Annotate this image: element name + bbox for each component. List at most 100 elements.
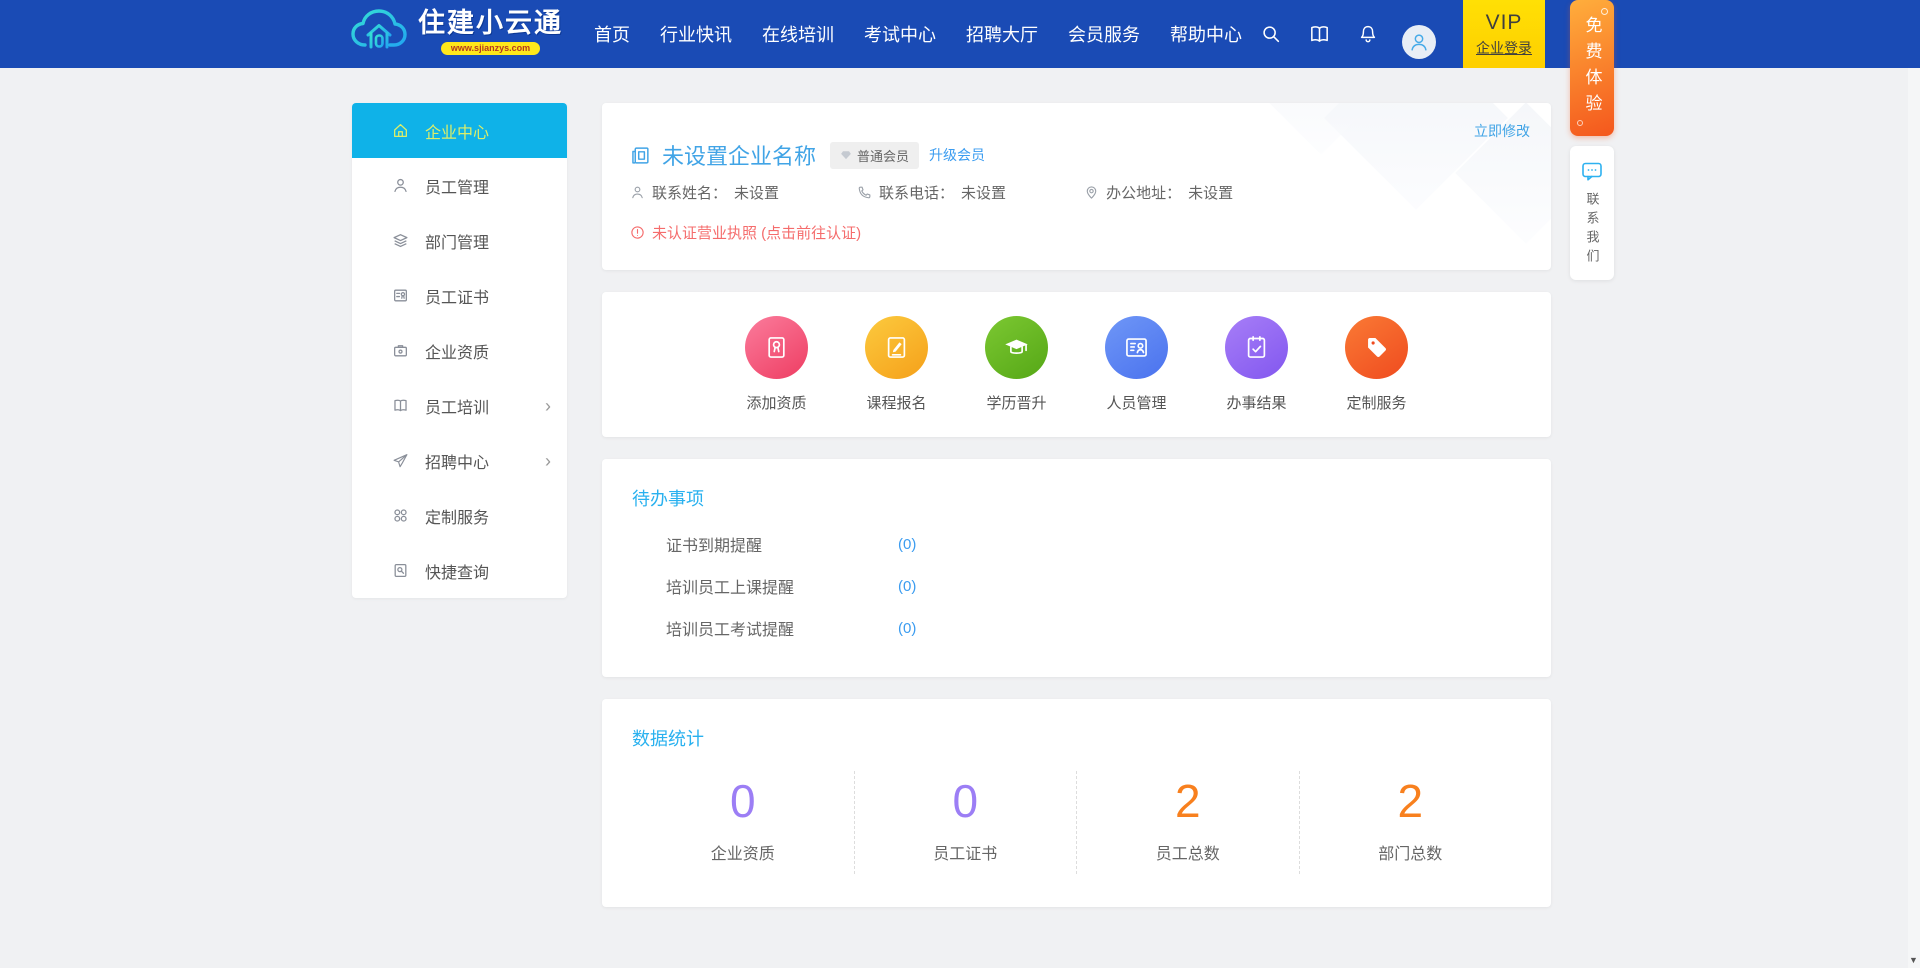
sidebar-item-label: 部门管理 [425, 229, 489, 253]
sidebar-item-employee-training[interactable]: 员工培训 › [352, 378, 567, 433]
sidebar-item-employee-certificates[interactable]: 员工证书 [352, 268, 567, 323]
book-icon [392, 397, 409, 414]
stats-section-title: 数据统计 [632, 725, 1521, 751]
todo-section-title: 待办事项 [632, 485, 1521, 511]
vip-enterprise-login-label: 企业登录 [1476, 38, 1532, 58]
sidebar-item-enterprise-center[interactable]: 企业中心 [352, 103, 567, 158]
sidebar-item-label: 员工培训 [425, 394, 489, 418]
action-education-promotion[interactable]: 学历晋升 [957, 316, 1077, 413]
document-search-icon [392, 562, 409, 579]
stat-value: 2 [1175, 775, 1201, 828]
contact-phone-field: 联系电话：未设置 [857, 182, 1006, 203]
home-icon [392, 122, 409, 139]
action-course-registration[interactable]: 课程报名 [837, 316, 957, 413]
nav-item-job-hall[interactable]: 招聘大厅 [966, 21, 1038, 47]
nav-item-online-training[interactable]: 在线培训 [762, 21, 834, 47]
office-address-value: 未设置 [1188, 182, 1233, 203]
sidebar-item-label: 快捷查询 [425, 559, 489, 583]
action-label: 学历晋升 [986, 392, 1046, 413]
sidebar-item-label: 员工证书 [425, 284, 489, 308]
todo-card: 待办事项 证书到期提醒 (0) 培训员工上课提醒 (0) 培训员工考试提醒 (0… [602, 459, 1551, 677]
action-custom-services[interactable]: 定制服务 [1317, 316, 1437, 413]
nav-item-industry-news[interactable]: 行业快讯 [660, 21, 732, 47]
sidebar-item-employee-management[interactable]: 员工管理 [352, 158, 567, 213]
search-icon[interactable] [1260, 23, 1282, 45]
contact-name-label: 联系姓名： [652, 182, 727, 203]
stat-enterprise-qualifications: 0 企业资质 [632, 771, 854, 874]
logo-title: 住建小云通 [418, 9, 563, 39]
warning-text: 未认证营业执照 (点击前往认证) [652, 222, 861, 243]
sidebar-item-label: 定制服务 [425, 504, 489, 528]
nav-item-help-center[interactable]: 帮助中心 [1170, 21, 1242, 47]
action-task-results[interactable]: 办事结果 [1197, 316, 1317, 413]
todo-label: 培训员工上课提醒 [666, 574, 898, 598]
person-icon [630, 185, 645, 200]
nav-item-exam-center[interactable]: 考试中心 [864, 21, 936, 47]
upgrade-member-link[interactable]: 升级会员 [929, 145, 985, 165]
todo-count[interactable]: (0) [898, 578, 916, 595]
scrollbar-track[interactable] [1908, 68, 1920, 968]
sidebar-item-label: 企业中心 [425, 119, 489, 143]
stat-value: 0 [952, 775, 978, 828]
action-label: 办事结果 [1226, 392, 1286, 413]
free-trial-ribbon[interactable]: 免费体验 [1570, 0, 1614, 136]
quick-actions-card: 添加资质 课程报名 学历晋升 [602, 292, 1551, 437]
todo-row-training-exam-reminder: 培训员工考试提醒 (0) [666, 607, 1521, 649]
office-address-field: 办公地址： 未设置 [1084, 182, 1233, 203]
vip-login-button[interactable]: VIP 企业登录 [1463, 0, 1545, 68]
stat-total-departments: 2 部门总数 [1299, 771, 1522, 874]
todo-count[interactable]: (0) [898, 620, 916, 637]
scrollbar-down-arrow[interactable]: ▼ [1908, 953, 1919, 967]
edit-now-link[interactable]: 立即修改 [1474, 121, 1530, 141]
four-circles-grid-icon [392, 507, 409, 524]
tag-icon [1345, 316, 1408, 379]
free-trial-label: 免费体验 [1580, 16, 1605, 120]
id-card-person-icon [1105, 316, 1168, 379]
stat-total-employees: 2 员工总数 [1076, 771, 1299, 874]
todo-label: 证书到期提醒 [666, 532, 898, 556]
open-book-icon[interactable] [1308, 23, 1331, 46]
nav-item-home[interactable]: 首页 [594, 21, 630, 47]
contact-name-field: 联系姓名：未设置 [630, 182, 779, 203]
office-address-label: 办公地址： [1106, 182, 1181, 203]
action-label: 添加资质 [746, 392, 806, 413]
company-info-card: 未设置企业名称 普通会员 升级会员 立即修改 联系姓名：未设置 [602, 103, 1551, 270]
main-content: 未设置企业名称 普通会员 升级会员 立即修改 联系姓名：未设置 [602, 103, 1551, 907]
sidebar-item-label: 员工管理 [425, 174, 489, 198]
chevron-right-icon: › [545, 452, 551, 470]
paper-plane-icon [392, 452, 409, 469]
action-personnel-management[interactable]: 人员管理 [1077, 316, 1197, 413]
stat-employee-certificates: 0 员工证书 [854, 771, 1077, 874]
sidebar-item-custom-services[interactable]: 定制服务 [352, 488, 567, 543]
chat-bubble-icon [1580, 159, 1604, 183]
clipboard-check-icon [1225, 316, 1288, 379]
layers-icon [392, 232, 409, 249]
user-icon [392, 177, 409, 194]
company-building-icon [630, 145, 651, 166]
sidebar-item-label: 招聘中心 [425, 449, 489, 473]
todo-count[interactable]: (0) [898, 536, 916, 553]
stat-label: 部门总数 [1378, 840, 1442, 864]
warning-circle-icon [630, 225, 645, 240]
bell-icon[interactable] [1357, 23, 1379, 45]
app-logo[interactable]: 住建小云通 www.sjianzys.com [350, 7, 563, 57]
todo-row-training-class-reminder: 培训员工上课提醒 (0) [666, 565, 1521, 607]
sidebar-item-label: 企业资质 [425, 339, 489, 363]
person-icon [1408, 31, 1430, 53]
license-verification-warning[interactable]: 未认证营业执照 (点击前往认证) [630, 222, 861, 243]
sidebar-item-department-management[interactable]: 部门管理 [352, 213, 567, 268]
chevron-right-icon: › [545, 397, 551, 415]
sidebar-item-enterprise-qualifications[interactable]: 企业资质 [352, 323, 567, 378]
action-add-qualification[interactable]: 添加资质 [717, 316, 837, 413]
stat-label: 员工证书 [933, 840, 997, 864]
nav-item-member-services[interactable]: 会员服务 [1068, 21, 1140, 47]
stat-label: 员工总数 [1156, 840, 1220, 864]
vip-label: VIP [1486, 11, 1523, 35]
user-avatar[interactable] [1402, 25, 1436, 59]
statistics-card: 数据统计 0 企业资质 0 员工证书 2 员工总数 2 部门总数 [602, 699, 1551, 907]
sidebar-item-quick-search[interactable]: 快捷查询 [352, 543, 567, 598]
action-label: 定制服务 [1346, 392, 1406, 413]
contact-us-widget[interactable]: 联系我们 [1570, 146, 1614, 280]
sidebar-item-recruitment-center[interactable]: 招聘中心 › [352, 433, 567, 488]
briefcase-icon [392, 342, 409, 359]
